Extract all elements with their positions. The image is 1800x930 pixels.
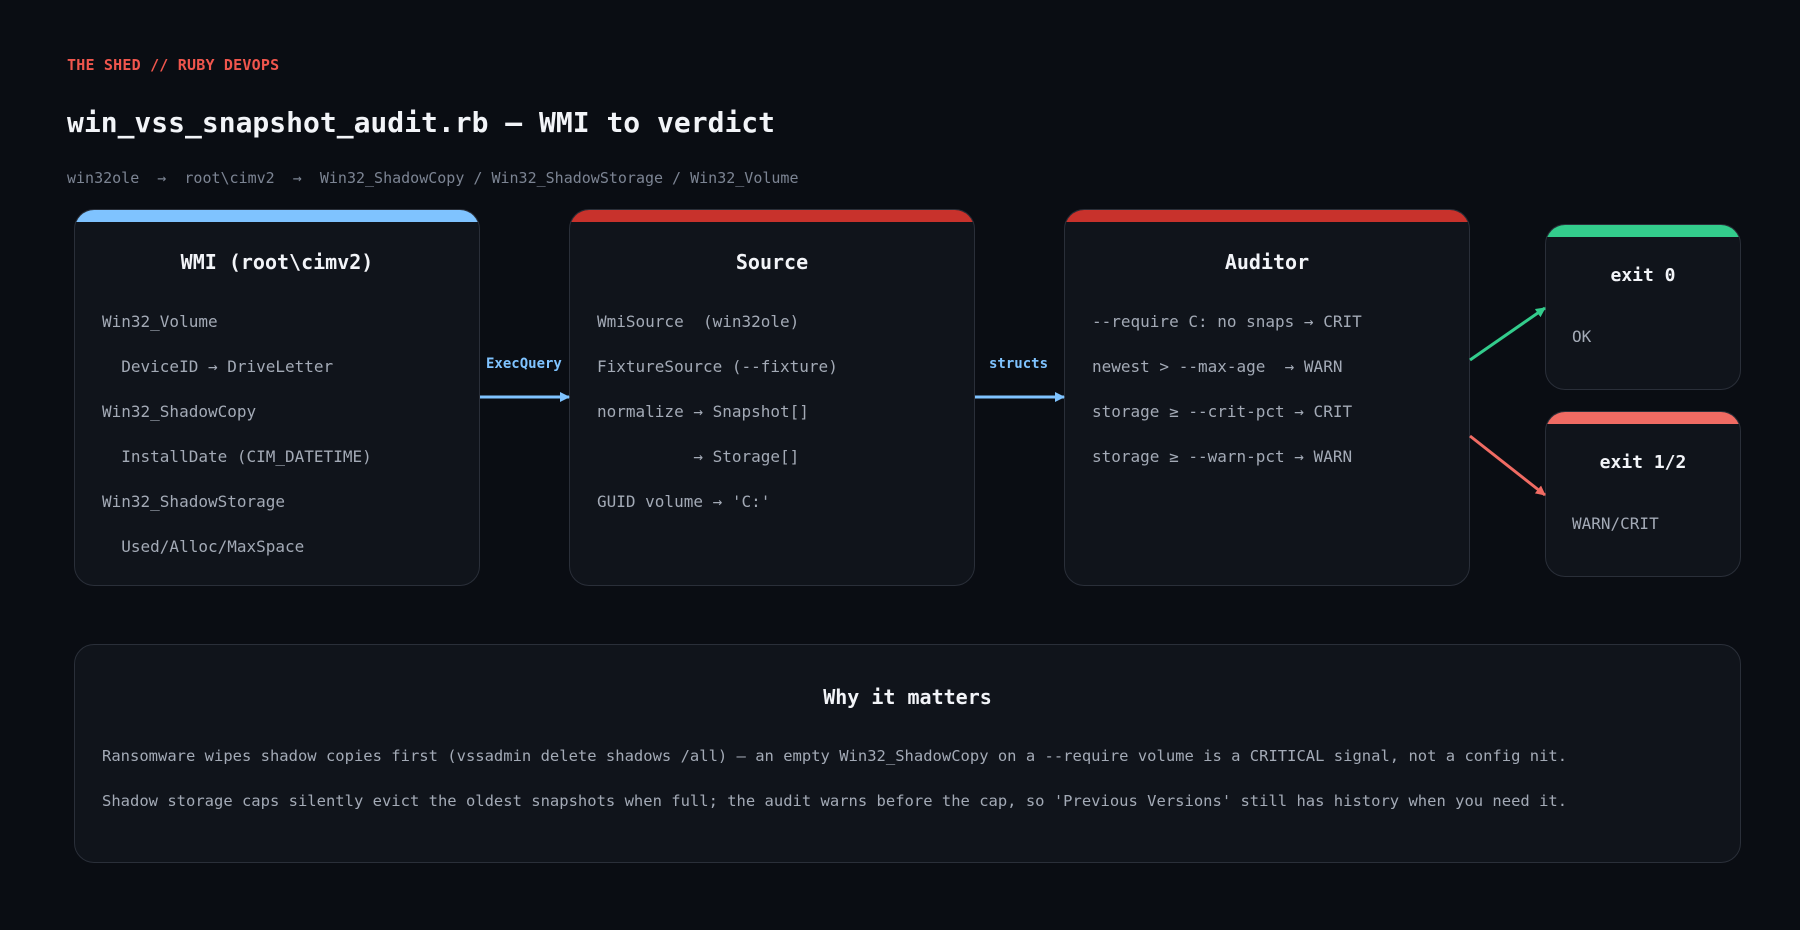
edges-layer xyxy=(480,306,1546,497)
edge-auditor-to-ok xyxy=(1469,306,1546,362)
edge-auditor-to-fail xyxy=(1469,434,1546,497)
